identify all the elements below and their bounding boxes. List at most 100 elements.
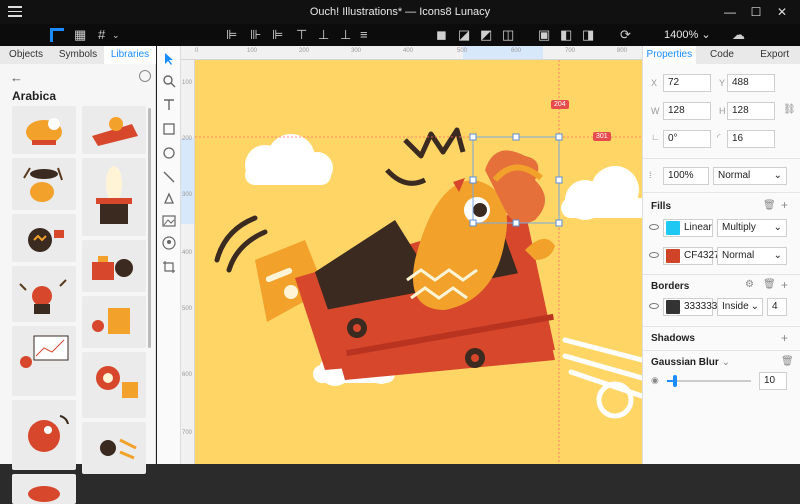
rotation-icon: ∟ xyxy=(651,132,660,142)
minimize-icon[interactable]: — xyxy=(722,4,738,20)
trash-icon[interactable]: 🗑 xyxy=(763,279,776,290)
boolean-intersect-icon[interactable]: ◩ xyxy=(480,27,492,43)
border-settings-icon[interactable]: ⚙ xyxy=(745,279,754,290)
zoom-select[interactable]: 1400% ⌄ xyxy=(664,28,711,41)
line-tool-icon[interactable] xyxy=(162,170,176,184)
trash-icon[interactable]: 🗑 xyxy=(781,356,794,367)
fill-1-label: Linear xyxy=(684,222,712,233)
library-thumbnail[interactable] xyxy=(12,266,76,322)
layout-grid-icon[interactable]: # xyxy=(98,27,105,43)
ruler-tick: 500 xyxy=(182,306,193,312)
library-thumbnail[interactable] xyxy=(12,400,76,470)
text-tool-icon[interactable] xyxy=(162,98,176,112)
border-color[interactable]: 333333 xyxy=(663,298,717,316)
library-thumbnail[interactable] xyxy=(12,158,76,210)
maximize-icon[interactable]: ☐ xyxy=(748,4,764,20)
border-width-input[interactable]: 4 xyxy=(767,298,787,316)
ruler-tick: 300 xyxy=(351,48,362,54)
eye-icon[interactable] xyxy=(649,224,659,230)
library-thumbnail[interactable] xyxy=(12,214,76,262)
tab-export[interactable]: Export xyxy=(748,46,800,64)
y-label: Y xyxy=(719,78,726,88)
blur-slider[interactable] xyxy=(667,375,751,387)
ruler-tick: 700 xyxy=(565,48,576,54)
group-icon[interactable]: ▣ xyxy=(538,27,550,43)
library-thumbnail[interactable] xyxy=(82,296,146,348)
crop-tool-icon[interactable] xyxy=(162,260,176,274)
rectangle-tool-icon[interactable] xyxy=(162,122,176,136)
pen-tool-icon[interactable] xyxy=(162,192,176,206)
cloud-upload-icon[interactable]: ☁ xyxy=(732,27,745,43)
back-arrow-icon[interactable]: ← xyxy=(10,70,23,85)
ellipse-tool-icon[interactable] xyxy=(162,146,176,160)
grid-view-icon[interactable]: ▦ xyxy=(74,27,86,43)
library-thumbnail[interactable] xyxy=(82,106,146,154)
tab-code[interactable]: Code xyxy=(696,46,749,64)
fill-1-type[interactable]: Linear xyxy=(663,219,713,237)
align-right-icon[interactable]: ⊫ xyxy=(272,27,283,43)
chevron-down-icon[interactable]: ⌄ xyxy=(112,27,120,43)
zoom-tool-icon[interactable] xyxy=(162,74,176,88)
add-shadow-icon[interactable]: + xyxy=(781,331,788,345)
fill-1-blend[interactable]: Multiply ⌄ xyxy=(717,219,787,237)
corner-radius-input[interactable]: 16 xyxy=(727,130,775,148)
library-thumbnail[interactable] xyxy=(82,422,146,474)
add-fill-icon[interactable]: + xyxy=(781,198,788,212)
fill-1-swatch[interactable] xyxy=(666,221,680,235)
blur-title-label: Gaussian Blur xyxy=(651,357,719,368)
lock-ratio-icon[interactable]: ⛓ xyxy=(783,104,796,115)
boolean-difference-icon[interactable]: ◫ xyxy=(502,27,514,43)
design-canvas[interactable]: 204 301 xyxy=(195,60,642,464)
tab-symbols[interactable]: Symbols xyxy=(52,46,104,64)
eye-icon[interactable] xyxy=(649,252,659,258)
height-input[interactable]: 128 xyxy=(727,102,775,120)
fill-2-blend[interactable]: Normal ⌄ xyxy=(717,247,787,265)
add-border-icon[interactable]: + xyxy=(781,278,788,292)
close-icon[interactable]: ✕ xyxy=(774,4,790,20)
align-top-icon[interactable]: ⊤ xyxy=(296,27,307,43)
blend-mode-select[interactable]: Normal ⌄ xyxy=(713,167,787,185)
image-tool-icon[interactable] xyxy=(162,214,176,228)
blur-value-input[interactable]: 10 xyxy=(759,372,787,390)
blur-title[interactable]: Gaussian Blur ⌄ xyxy=(651,357,730,368)
tab-libraries[interactable]: Libraries xyxy=(104,46,156,64)
align-bottom-icon[interactable]: ⊥ xyxy=(340,27,351,43)
select-tool-icon[interactable] xyxy=(162,52,176,66)
zoom-value: 1400% xyxy=(664,29,699,41)
trash-icon[interactable]: 🗑 xyxy=(763,200,776,211)
fill-2-swatch[interactable] xyxy=(666,249,680,263)
rotate-icon[interactable]: ⟳ xyxy=(620,27,631,43)
library-thumbnail[interactable] xyxy=(82,352,146,418)
tab-properties[interactable]: Properties xyxy=(643,46,696,64)
library-scrollbar[interactable] xyxy=(148,108,151,348)
library-thumbnail[interactable] xyxy=(12,474,76,504)
align-middle-icon[interactable]: ⊥ xyxy=(318,27,329,43)
align-left-icon[interactable]: ⊫ xyxy=(226,27,237,43)
library-settings-icon[interactable] xyxy=(139,70,151,82)
ruler-tick: 400 xyxy=(403,48,414,54)
border-position-select[interactable]: Inside ⌄ xyxy=(717,298,763,316)
avatar-tool-icon[interactable] xyxy=(162,236,176,250)
boolean-union-icon[interactable]: ◼ xyxy=(436,27,447,43)
y-input[interactable]: 488 xyxy=(727,74,775,92)
border-swatch[interactable] xyxy=(666,300,680,314)
rotation-input[interactable]: 0° xyxy=(663,130,711,148)
distribute-icon[interactable]: ≡ xyxy=(360,27,368,43)
ruler-tick: 100 xyxy=(182,80,193,86)
x-input[interactable]: 72 xyxy=(663,74,711,92)
ungroup-icon[interactable]: ◧ xyxy=(560,27,572,43)
eye-icon[interactable] xyxy=(649,303,659,309)
library-thumbnail[interactable] xyxy=(82,158,146,236)
blur-slider-knob[interactable] xyxy=(673,375,678,387)
width-input[interactable]: 128 xyxy=(663,102,711,120)
flip-icon[interactable]: ◨ xyxy=(582,27,594,43)
fill-2-type[interactable]: CF4327 xyxy=(663,247,720,265)
opacity-input[interactable]: 100% xyxy=(663,167,709,185)
boolean-subtract-icon[interactable]: ◪ xyxy=(458,27,470,43)
align-center-icon[interactable]: ⊪ xyxy=(250,27,261,43)
library-thumbnail[interactable] xyxy=(12,106,76,154)
tab-objects[interactable]: Objects xyxy=(0,46,52,64)
ruler-top: 0 100 200 300 400 500 600 700 800 xyxy=(181,46,642,60)
library-thumbnail[interactable] xyxy=(82,240,146,292)
library-thumbnail[interactable] xyxy=(12,326,76,396)
